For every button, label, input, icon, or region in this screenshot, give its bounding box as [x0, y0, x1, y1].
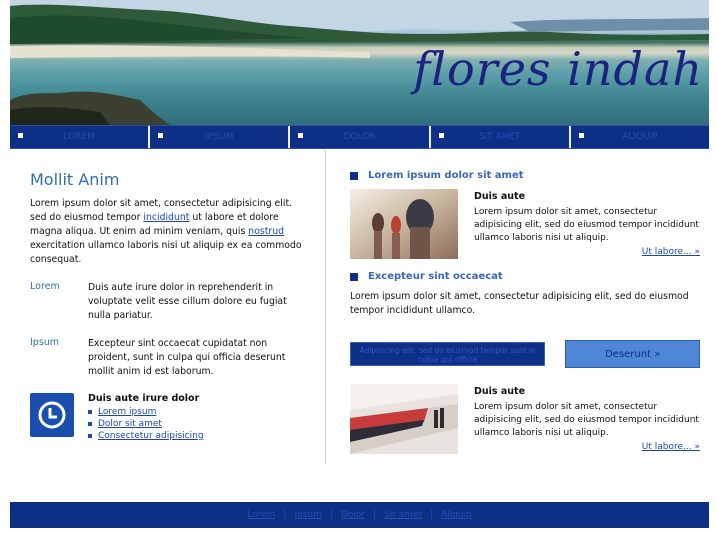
footer-separator: | — [373, 510, 377, 520]
main-nav: Lorem Ipsum Dolor Sit amet Aliquip — [10, 125, 709, 149]
story-image-subway — [350, 384, 458, 454]
nav-item-ipsum[interactable]: Ipsum — [150, 126, 291, 148]
promo-link[interactable]: Consectetur adipisicing — [98, 431, 204, 441]
footer-separator: | — [329, 510, 333, 520]
link-incididunt[interactable]: incididunt — [143, 212, 189, 223]
clock-icon — [30, 393, 74, 437]
definition-label: Ipsum — [30, 337, 60, 348]
footer-separator: | — [430, 510, 434, 520]
column-divider — [325, 150, 326, 464]
definition-row: Ipsum Excepteur sint occaecat cupidatat … — [30, 337, 310, 379]
promo-links: Lorem ipsum Dolor sit amet Consectetur a… — [88, 406, 204, 442]
link-nostrud[interactable]: nostrud — [248, 226, 284, 237]
deserunt-button[interactable]: Deserunt » — [565, 340, 700, 368]
footer-link-aliquip[interactable]: Aliquip — [441, 510, 472, 520]
list-item: Lorem ipsum — [88, 406, 204, 418]
read-more-link[interactable]: Ut labore... » — [474, 247, 700, 257]
square-bullet-icon — [350, 171, 358, 180]
section-heading-text: Lorem ipsum dolor sit amet — [368, 170, 524, 181]
nav-item-label: Ipsum — [205, 132, 234, 142]
story-image-crowd — [350, 189, 458, 259]
left-column: Mollit Anim Lorem ipsum dolor sit amet, … — [30, 170, 310, 442]
promo-title: Duis aute irure dolor — [88, 393, 200, 404]
page: flores indah Lorem Ipsum Dolor Sit amet … — [10, 0, 709, 533]
nav-item-label: Aliquip — [622, 132, 658, 142]
story-title: Duis aute — [474, 386, 526, 397]
square-bullet-icon — [350, 272, 358, 281]
nav-bullet-icon — [298, 133, 304, 138]
site-title: flores indah — [413, 42, 703, 96]
read-more-link[interactable]: Ut labore... » — [474, 442, 700, 452]
nav-item-label: Dolor — [343, 132, 376, 142]
list-item: Consectetur adipisicing — [88, 430, 204, 442]
footer-link-sit-amet[interactable]: Sit amet — [384, 510, 422, 520]
footer-link-lorem[interactable]: Lorem — [247, 510, 275, 520]
promo-box: Duis aute irure dolor Lorem ipsum Dolor … — [30, 393, 310, 442]
nav-item-label: Sit amet — [478, 132, 521, 142]
story-body: Lorem ipsum dolor sit amet, consectetur … — [474, 402, 699, 438]
nav-bullet-icon — [158, 133, 164, 138]
story-item: Duis aute Lorem ipsum dolor sit amet, co… — [350, 189, 700, 259]
footer: Lorem | Ipsum | Dolor | Sit amet | Aliqu… — [10, 502, 709, 528]
nav-item-label: Lorem — [63, 132, 95, 142]
footer-link-dolor[interactable]: Dolor — [341, 510, 365, 520]
definition-label: Lorem — [30, 281, 60, 292]
nav-item-dolor[interactable]: Dolor — [290, 126, 431, 148]
definition-text: Excepteur sint occaecat cupidatat non pr… — [88, 338, 286, 377]
nav-item-lorem[interactable]: Lorem — [10, 126, 151, 148]
intro-text: exercitation ullamco laboris nisi ut ali… — [30, 240, 302, 265]
nav-bullet-icon — [18, 133, 23, 138]
nav-bullet-icon — [438, 133, 444, 138]
section-heading-text: Excepteur sint occaecat — [368, 271, 503, 282]
intro-paragraph: Lorem ipsum dolor sit amet, consectetur … — [30, 197, 310, 267]
nav-item-aliquip[interactable]: Aliquip — [571, 126, 709, 148]
right-column: Lorem ipsum dolor sit amet Duis aute Lor… — [350, 170, 700, 454]
story-title: Duis aute — [474, 191, 526, 202]
list-item: Dolor sit amet — [88, 418, 204, 430]
header-banner: flores indah — [10, 0, 709, 125]
story-item: Duis aute Lorem ipsum dolor sit amet, co… — [350, 384, 700, 454]
promo-link[interactable]: Lorem ipsum — [98, 407, 156, 417]
page-title: Mollit Anim — [30, 170, 120, 189]
footer-separator: | — [283, 510, 287, 520]
secondary-button[interactable]: Adipisicing elit, sed do eiusmod tempor … — [350, 342, 546, 366]
button-row: Adipisicing elit, sed do eiusmod tempor … — [350, 340, 700, 368]
definition-text: Duis aute irure dolor in reprehenderit i… — [88, 282, 287, 321]
nav-item-sit-amet[interactable]: Sit amet — [431, 126, 571, 148]
definition-row: Lorem Duis aute irure dolor in reprehend… — [30, 281, 310, 323]
footer-link-ipsum[interactable]: Ipsum — [294, 510, 322, 520]
story-body: Lorem ipsum dolor sit amet, consectetur … — [474, 207, 699, 243]
section-heading: Lorem ipsum dolor sit amet — [350, 170, 700, 181]
nav-bullet-icon — [578, 133, 584, 138]
section-heading: Excepteur sint occaecat — [350, 271, 700, 282]
section-paragraph: Lorem ipsum dolor sit amet, consectetur … — [350, 291, 689, 316]
promo-link[interactable]: Dolor sit amet — [98, 419, 162, 429]
